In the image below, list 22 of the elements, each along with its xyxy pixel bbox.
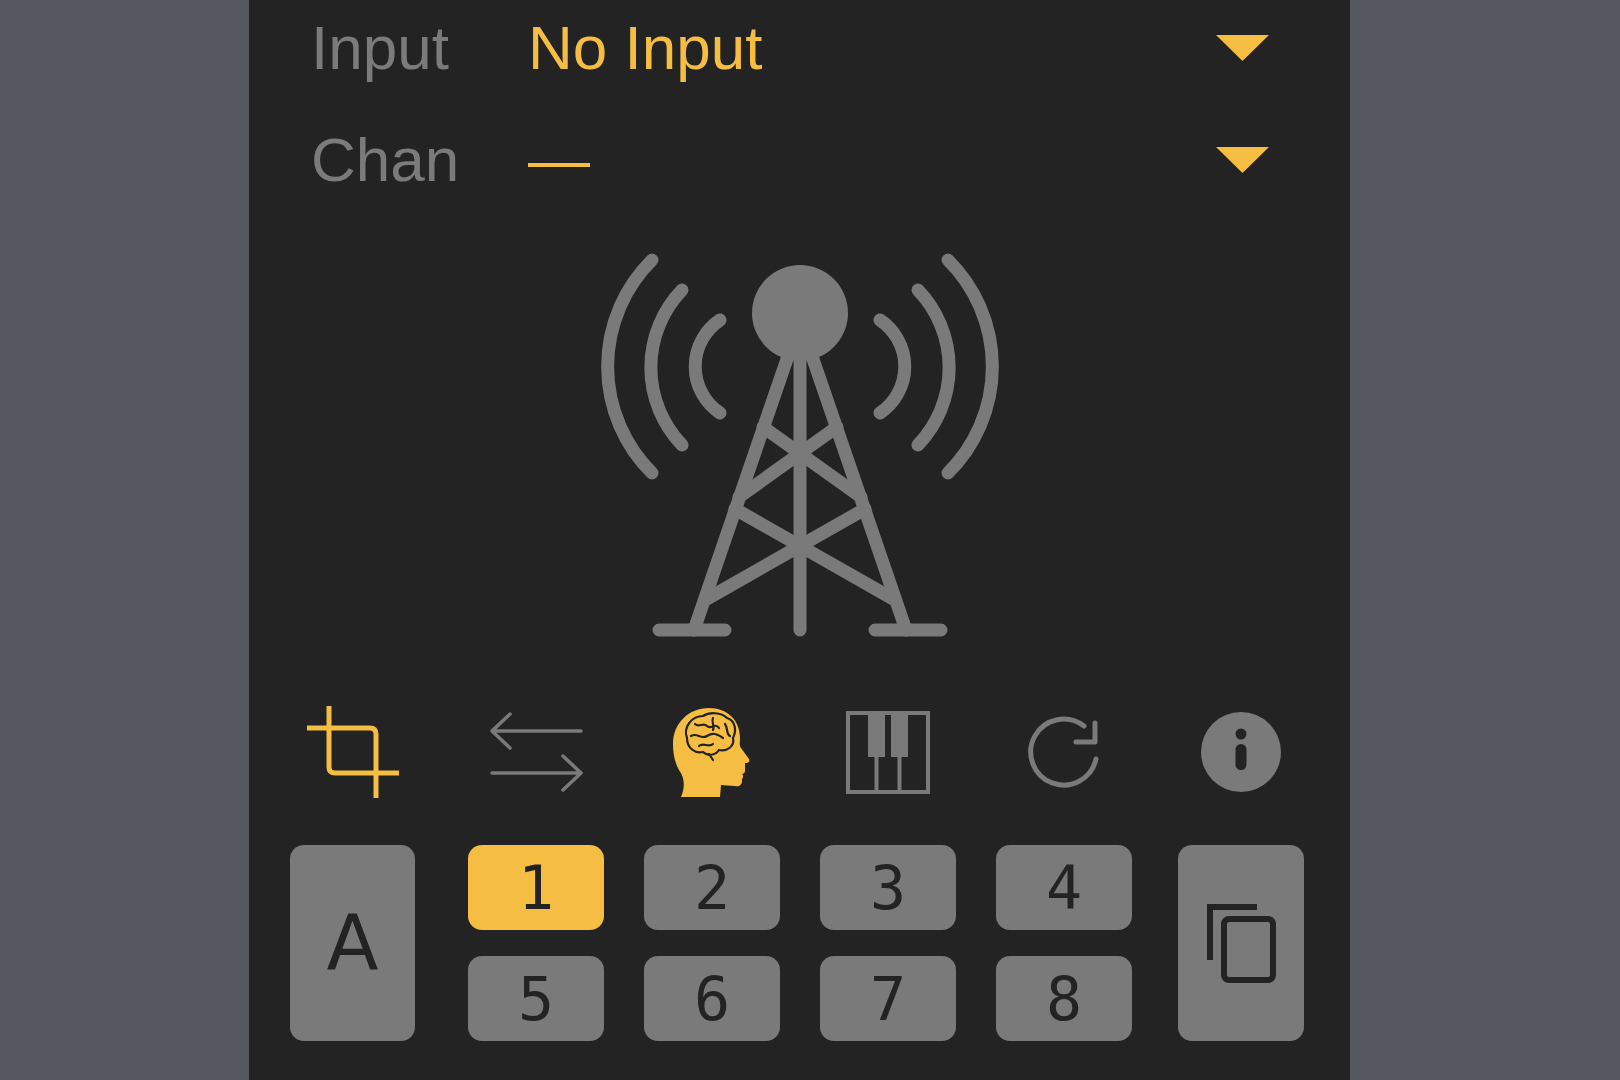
info-icon[interactable] — [1201, 712, 1281, 792]
pad-button[interactable]: 6 — [644, 956, 780, 1041]
pad-button[interactable]: 1 — [468, 845, 604, 930]
pad-button[interactable]: 8 — [996, 956, 1132, 1041]
swap-arrows-icon[interactable] — [488, 712, 584, 792]
head-brain-icon[interactable] — [673, 707, 751, 797]
copy-button[interactable] — [1178, 845, 1304, 1041]
dropdown-value[interactable]: — — [528, 129, 590, 191]
field-label: Chan — [311, 129, 461, 191]
bank-button[interactable]: A — [290, 845, 415, 1041]
piano-keys-icon[interactable] — [846, 710, 930, 794]
copy-icon — [1206, 903, 1276, 983]
dropdown-caret-icon[interactable] — [1216, 147, 1269, 173]
pad-button[interactable]: 3 — [820, 845, 956, 930]
refresh-icon[interactable] — [1027, 715, 1101, 789]
crop-icon[interactable] — [306, 706, 399, 798]
pad-button[interactable]: 5 — [468, 956, 604, 1041]
pad-button[interactable]: 4 — [996, 845, 1132, 930]
radio-tower-icon — [598, 251, 1001, 637]
dropdown-caret-icon[interactable] — [1216, 35, 1269, 61]
pad-button[interactable]: 2 — [644, 845, 780, 930]
pad-button[interactable]: 7 — [820, 956, 956, 1041]
